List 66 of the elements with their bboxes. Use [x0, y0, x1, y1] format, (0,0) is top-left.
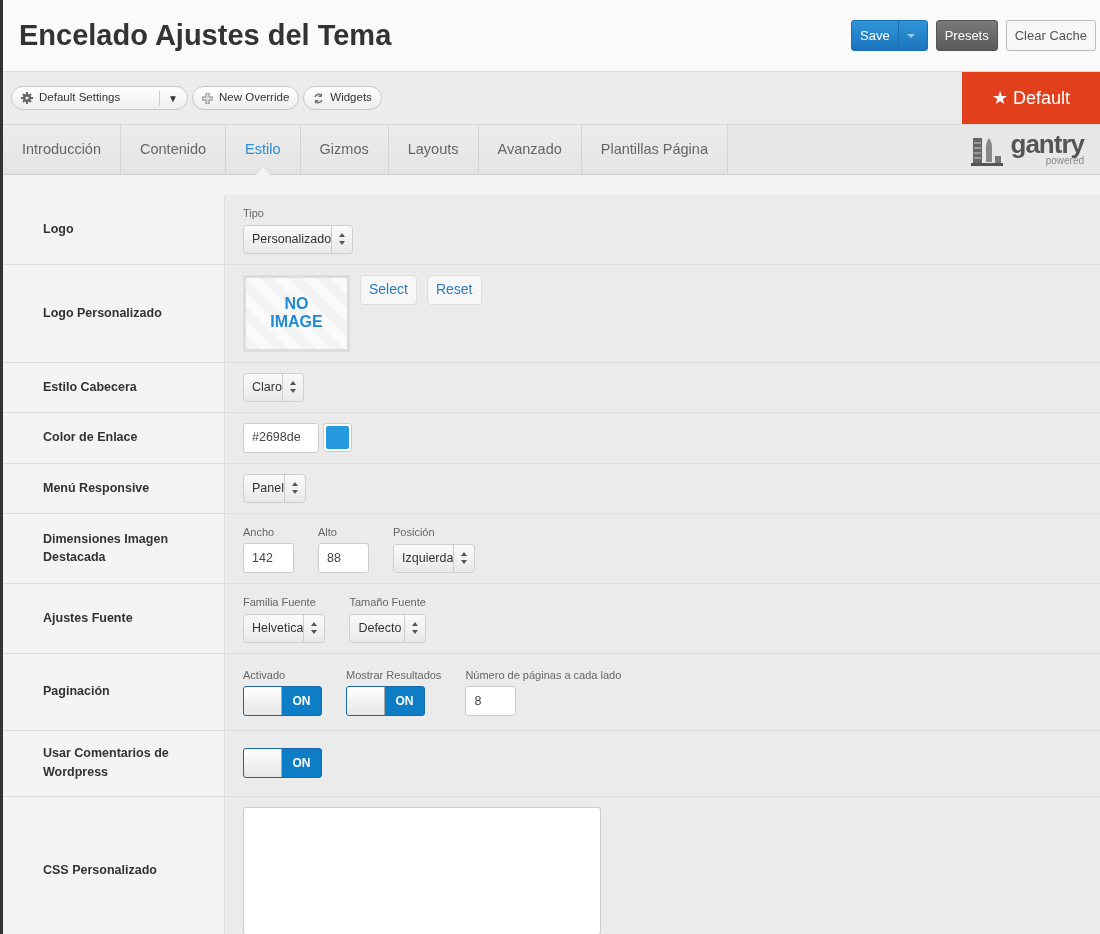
toggle-label: ON: [291, 755, 312, 772]
plus-icon: [202, 92, 213, 104]
input-field[interactable]: 88: [318, 543, 369, 573]
page-title: Encelado Ajustes del Tema: [19, 18, 392, 53]
select-button[interactable]: Select: [360, 274, 417, 305]
toggle-label: ON: [394, 693, 415, 711]
tab[interactable]: Avanzado: [478, 125, 582, 174]
setting-label: Paginación: [43, 683, 110, 701]
save-button[interactable]: Save: [851, 20, 928, 51]
toggle-switch[interactable]: ON: [243, 686, 322, 717]
setting-label: Ajustes Fuente: [43, 609, 133, 627]
new-override-button[interactable]: New Override: [192, 86, 300, 110]
updown-arrows-icon: [338, 232, 347, 246]
tab[interactable]: Layouts: [388, 125, 479, 174]
tab[interactable]: Gizmos: [300, 125, 389, 174]
setting-label: Logo Personalizado: [43, 304, 162, 322]
dropdown-caret: ▼: [159, 90, 178, 106]
setting-label: Dimensiones Imagen Destacada: [43, 530, 170, 567]
toggle-switch[interactable]: ON: [346, 686, 425, 717]
field-caption: Mostrar Resultados: [346, 667, 442, 683]
select-field[interactable]: Defecto: [349, 613, 426, 643]
no-image-text: NO IMAGE: [269, 294, 324, 332]
select-field[interactable]: Izquierda: [393, 543, 476, 573]
updown-arrows-icon: [310, 621, 319, 635]
field-caption: Número de páginas a cada lado: [465, 667, 622, 683]
field-caption: Tamaño Fuente: [349, 595, 426, 610]
field-caption: Ancho: [243, 524, 276, 540]
setting-label: Estilo Cabecera: [43, 378, 137, 396]
tab[interactable]: Introducción: [3, 125, 121, 174]
color-input-field[interactable]: #2698de: [243, 422, 319, 453]
field-caption: Activado: [243, 667, 287, 683]
field-caption: Tipo: [243, 206, 265, 221]
updown-arrows-icon: [410, 621, 419, 635]
select-field[interactable]: Helvetica: [243, 613, 326, 643]
input-field[interactable]: 142: [243, 543, 294, 573]
select-field[interactable]: Claro: [243, 372, 304, 402]
updown-arrows-icon: [291, 481, 299, 495]
setting-label: Logo: [43, 220, 74, 238]
settings-dropdown[interactable]: Default Settings ▼: [11, 86, 188, 110]
updown-arrows-icon: [460, 551, 469, 565]
input-field[interactable]: 8: [465, 686, 517, 717]
toggle-label: ON: [291, 693, 312, 711]
field-caption: Familia Fuente: [243, 595, 317, 610]
select-field[interactable]: Personalizado: [243, 224, 354, 254]
brand-name: gantry: [1010, 132, 1084, 157]
textarea-field[interactable]: [243, 806, 601, 934]
reset-button[interactable]: Reset: [426, 274, 482, 305]
field-caption: Posición: [393, 525, 436, 540]
gear-icon: [21, 92, 33, 104]
setting-label: Usar Comentarios de Wordpress: [43, 745, 170, 781]
toggle-switch[interactable]: ON: [243, 748, 322, 778]
setting-label: Color de Enlace: [43, 429, 138, 447]
field-caption: Alto: [318, 524, 338, 540]
presets-button[interactable]: Presets: [935, 20, 998, 51]
widgets-button[interactable]: Widgets: [303, 86, 382, 110]
select-field[interactable]: Panel: [243, 473, 306, 503]
tab[interactable]: Contenido: [121, 125, 227, 174]
caret-icon: [906, 33, 915, 38]
setting-label: Menú Responsive: [43, 479, 150, 497]
updown-arrows-icon: [288, 380, 297, 394]
cycle-arrows-icon: [313, 92, 325, 104]
tab[interactable]: Plantillas Página: [581, 125, 728, 174]
setting-label: CSS Personalizado: [43, 862, 157, 880]
clear-cache-button[interactable]: Clear Cache: [1005, 20, 1096, 51]
profile-badge: ★ Default: [962, 72, 1100, 124]
brand-tagline: powered: [1045, 156, 1084, 167]
